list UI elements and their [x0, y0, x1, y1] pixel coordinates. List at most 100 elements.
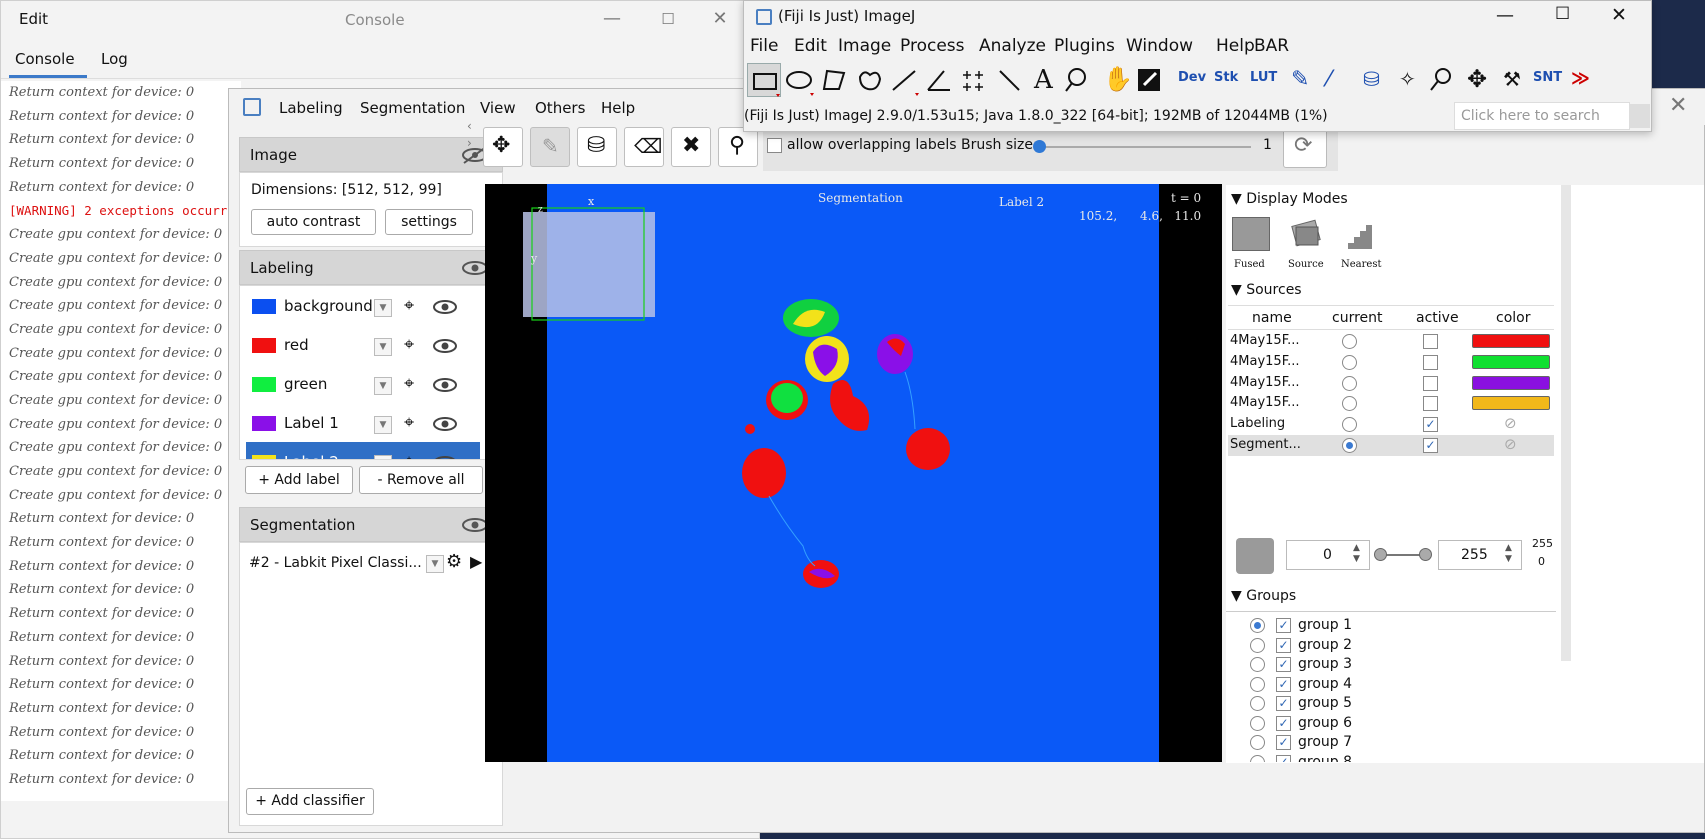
wand-tool[interactable]	[992, 63, 1026, 97]
group-row[interactable]: ✓ group 3	[1226, 655, 1546, 674]
oval-tool[interactable]	[782, 63, 816, 97]
group-active-checkbox[interactable]: ✓	[1276, 696, 1291, 711]
source-mode-icon[interactable]	[1286, 217, 1326, 251]
pencil-tool[interactable]: ✎	[1282, 63, 1316, 97]
spinner-arrows-icon[interactable]: ▲ ▼	[1505, 543, 1512, 565]
locate-crosshair-icon[interactable]: ⌖	[404, 373, 414, 394]
eye-icon[interactable]	[431, 414, 459, 434]
max-value-spinner[interactable]: 255 ▲ ▼	[1438, 540, 1522, 570]
source-current-radio[interactable]	[1342, 354, 1357, 370]
imagej-menu-plugins[interactable]: Plugins	[1054, 36, 1115, 56]
chevron-down-icon[interactable]: ▼	[426, 555, 444, 573]
display-modes-header[interactable]: ▼ Display Modes	[1231, 191, 1561, 213]
label-row[interactable]: green ▼ ⌖	[246, 364, 480, 406]
add-classifier-button[interactable]: + Add classifier	[246, 788, 374, 815]
imagej-menu-bar[interactable]: BAR	[1254, 36, 1289, 56]
source-row[interactable]: 4May15F...	[1228, 373, 1554, 394]
imagej-menu-help[interactable]: Help	[1216, 36, 1255, 56]
label-name[interactable]: Label 2	[284, 453, 339, 459]
settings-button[interactable]: settings	[385, 209, 473, 235]
color-picker-tool[interactable]	[1132, 63, 1166, 97]
eye-icon[interactable]	[431, 297, 459, 317]
source-row[interactable]: Labeling ✓ ⊘	[1228, 414, 1554, 435]
imagej-menu-edit[interactable]: Edit	[794, 36, 827, 56]
chevron-down-icon[interactable]: ▼	[374, 455, 392, 459]
magnifier-tool[interactable]	[1062, 63, 1096, 97]
group-row[interactable]: ✓ group 4	[1226, 675, 1546, 694]
search-input[interactable]: Click here to search	[1454, 102, 1630, 130]
remove-blob-tool-button[interactable]: ✖	[671, 127, 711, 167]
min-value-spinner[interactable]: 0 ▲ ▼	[1286, 540, 1370, 570]
source-active-checkbox[interactable]	[1423, 354, 1438, 370]
imagej-menu-process[interactable]: Process	[900, 36, 965, 56]
group-row[interactable]: ✓ group 1	[1226, 616, 1546, 635]
side-panel-scrollbar[interactable]	[1561, 185, 1571, 661]
group-current-radio[interactable]	[1250, 657, 1265, 672]
group-current-radio[interactable]	[1250, 696, 1265, 711]
group-current-radio[interactable]	[1250, 618, 1265, 633]
label-name[interactable]: red	[284, 336, 309, 354]
eye-icon[interactable]	[431, 336, 459, 356]
group-active-checkbox[interactable]: ✓	[1276, 676, 1291, 692]
group-active-checkbox[interactable]: ✓	[1276, 657, 1291, 672]
freehand-tool[interactable]	[852, 63, 886, 97]
auto-contrast-button[interactable]: auto contrast	[251, 209, 376, 235]
snt-tool[interactable]: SNT	[1530, 63, 1564, 97]
flood-fill-tool-button[interactable]: ⛁	[577, 127, 617, 167]
gear-icon[interactable]: ⚙	[446, 551, 462, 572]
label-name[interactable]: background	[284, 297, 373, 315]
imagej-menu-analyze[interactable]: Analyze	[979, 36, 1046, 56]
eye-icon[interactable]	[431, 453, 459, 459]
brush-size-slider-thumb[interactable]	[1033, 140, 1046, 153]
remove-all-button[interactable]: - Remove all	[359, 466, 483, 494]
color-picker-tool-button[interactable]: ⚲	[718, 127, 758, 167]
3d-view-button[interactable]: ⟳	[1283, 126, 1327, 168]
point-tool[interactable]	[957, 63, 991, 97]
label-color-swatch[interactable]	[252, 455, 276, 459]
group-active-checkbox[interactable]: ✓	[1276, 754, 1291, 762]
polygon-tool[interactable]	[817, 63, 851, 97]
maximize-icon[interactable]: ☐	[1555, 4, 1570, 24]
label-color-swatch[interactable]	[252, 338, 276, 353]
group-row[interactable]: ✓ group 7	[1226, 733, 1546, 752]
play-icon[interactable]: ▶	[470, 552, 482, 571]
line-tool[interactable]	[887, 63, 921, 97]
label-name[interactable]: Label 1	[284, 414, 339, 432]
imagej-menu-image[interactable]: Image	[838, 36, 891, 56]
label-row[interactable]: Label 1 ▼ ⌖	[246, 403, 480, 445]
locate-crosshair-icon[interactable]: ⌖	[404, 451, 414, 459]
group-active-checkbox[interactable]: ✓	[1276, 715, 1291, 731]
console-edit-menu[interactable]: Edit	[19, 10, 48, 28]
pencil-tool-button[interactable]: ✎	[530, 127, 570, 167]
text-tool[interactable]: A	[1027, 63, 1061, 97]
source-row[interactable]: 4May15F...	[1228, 352, 1554, 373]
group-current-radio[interactable]	[1250, 735, 1265, 750]
chevron-left-icon[interactable]: ‹	[467, 119, 472, 133]
close-icon[interactable]: ✕	[1611, 4, 1627, 26]
tab-log[interactable]: Log	[101, 50, 128, 68]
source-color-swatch[interactable]	[1236, 538, 1274, 574]
group-active-checkbox[interactable]: ✓	[1276, 637, 1291, 653]
group-row[interactable]: ✓ group 2	[1226, 636, 1546, 655]
group-active-checkbox[interactable]: ✓	[1276, 618, 1291, 633]
label-color-swatch[interactable]	[252, 299, 276, 314]
move-tool[interactable]: ✥	[1460, 63, 1494, 97]
source-color-box[interactable]	[1472, 396, 1550, 411]
group-row[interactable]: ✓ group 6	[1226, 714, 1546, 733]
group-current-radio[interactable]	[1250, 637, 1265, 653]
search-tool[interactable]	[1425, 63, 1459, 97]
flood-fill-tool[interactable]: ⛁	[1354, 63, 1388, 97]
stack-tools-menu[interactable]: Stk	[1210, 63, 1244, 97]
range-slider[interactable]	[1374, 548, 1432, 561]
minimize-icon[interactable]: —	[1496, 5, 1514, 26]
segmentation-panel-header[interactable]: Segmentation	[239, 507, 503, 542]
source-color-box[interactable]	[1472, 334, 1550, 348]
console-output[interactable]: Return context for device: 0 Return conte…	[1, 81, 241, 801]
group-row[interactable]: ✓ group 8	[1226, 753, 1546, 762]
chevron-down-icon[interactable]: ▼	[374, 416, 392, 434]
lut-menu[interactable]: LUT	[1246, 63, 1280, 97]
allow-overlapping-checkbox[interactable]	[767, 138, 782, 153]
brush-size-slider[interactable]	[1033, 140, 1251, 153]
group-row[interactable]: ✓ group 5	[1226, 694, 1546, 713]
angle-tool[interactable]	[922, 63, 956, 97]
